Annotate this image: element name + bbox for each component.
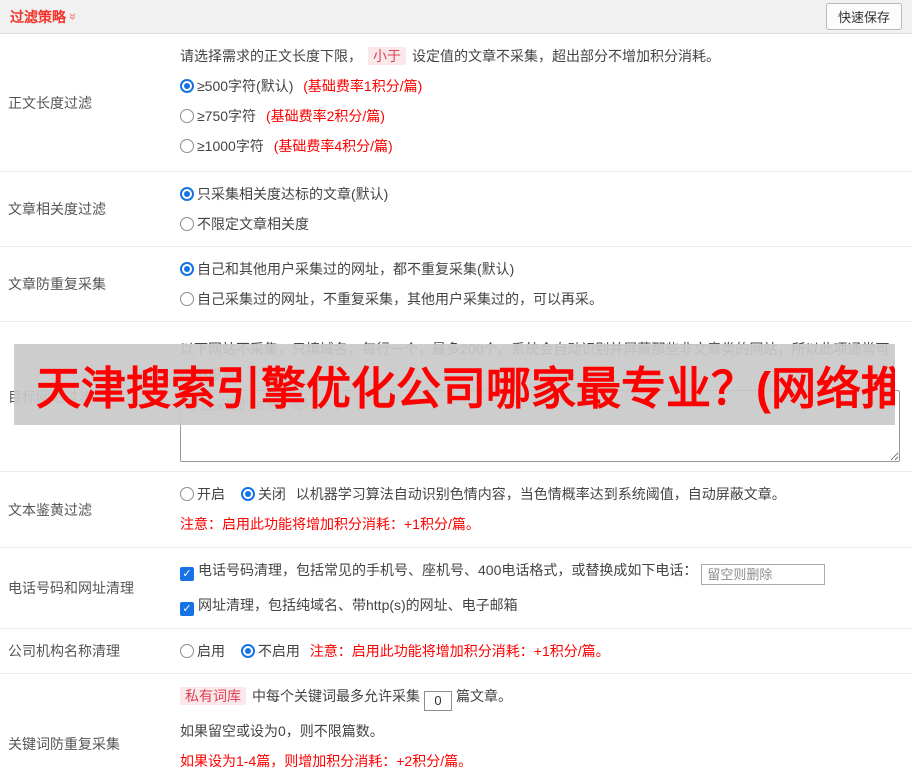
checkbox-label: 网址清理，包括纯域名、带http(s)的网址、电子邮箱	[198, 597, 518, 613]
row-body-length-filter: 正文长度过滤 请选择需求的正文长度下限， 小于 设定值的文章不采集，超出部分不增加积…	[0, 34, 912, 172]
row-relevance-filter: 文章相关度过滤 只采集相关度达标的文章(默认) 不限定文章相关度	[0, 172, 912, 247]
url-dedup-content: 自己和其他用户采集过的网址，都不重复采集(默认) 自己采集过的网址，不重复采集，…	[180, 247, 912, 321]
checkbox-checked-icon[interactable]: ✓	[180, 602, 194, 616]
relevance-option-any[interactable]: 不限定文章相关度	[180, 214, 904, 234]
porn-filter-content: 开启 关闭 以机器学习算法自动识别色情内容，当色情概率达到系统阈值，自动屏蔽文章…	[180, 472, 912, 547]
option-text: 自己采集过的网址，不重复采集，其他用户采集过的，可以再采。	[197, 291, 603, 307]
body-length-intro: 请选择需求的正文长度下限， 小于 设定值的文章不采集，超出部分不增加积分消耗。	[180, 46, 904, 66]
phone-url-content: ✓ 电话号码清理，包括常见的手机号、座机号、400电话格式，或替换成如下电话： ✓…	[180, 548, 912, 628]
body-length-content: 请选择需求的正文长度下限， 小于 设定值的文章不采集，超出部分不增加积分消耗。 ≥5…	[180, 34, 912, 171]
radio-unselected-icon[interactable]	[180, 487, 194, 501]
porn-filter-option-on[interactable]: 开启	[180, 486, 225, 502]
phone-clean-option[interactable]: ✓ 电话号码清理，包括常见的手机号、座机号、400电话格式，或替换成如下电话：	[180, 560, 904, 585]
radio-unselected-icon[interactable]	[180, 139, 194, 153]
less-than-highlight: 小于	[368, 47, 406, 65]
chevron-down-icon: »	[66, 12, 82, 21]
body-length-label: 正文长度过滤	[8, 94, 92, 111]
option-text: 自己和其他用户采集过的网址，都不重复采集(默认)	[197, 261, 515, 277]
watermark-text: 天津搜索引擎优化公司哪家最专业？(网络推	[36, 363, 895, 414]
company-clean-option-off[interactable]: 不启用	[240, 643, 300, 659]
porn-filter-option-off[interactable]: 关闭	[240, 486, 286, 502]
option-text: 不启用	[257, 643, 300, 659]
porn-filter-label: 文本鉴黄过滤	[8, 501, 92, 518]
company-clean-label: 公司机构名称清理	[8, 643, 120, 659]
company-clean-options: 启用 不启用 注意：启用此功能将增加积分消耗：+1积分/篇。	[180, 641, 904, 661]
row-company-name-clean: 公司机构名称清理 启用 不启用 注意：启用此功能将增加积分消耗：+1积分/篇。	[0, 629, 912, 674]
option-text: ≥750字符	[197, 108, 257, 124]
porn-filter-description: 以机器学习算法自动识别色情内容，当色情概率达到系统阈值，自动屏蔽文章。	[295, 486, 786, 502]
body-length-option-1000[interactable]: ≥1000字符 (基础费率4积分/篇)	[180, 136, 904, 156]
body-length-option-500[interactable]: ≥500字符(默认) (基础费率1积分/篇)	[180, 76, 904, 96]
option-fee-note: (基础费率4积分/篇)	[273, 138, 393, 154]
radio-selected-icon[interactable]	[180, 79, 194, 93]
body-length-option-750[interactable]: ≥750字符 (基础费率2积分/篇)	[180, 106, 904, 126]
option-text: 开启	[197, 486, 225, 502]
page-title-text: 过滤策略	[10, 8, 66, 25]
radio-unselected-icon[interactable]	[180, 109, 194, 123]
relevance-content: 只采集相关度达标的文章(默认) 不限定文章相关度	[180, 172, 912, 246]
option-text: ≥1000字符	[197, 138, 264, 154]
filter-strategy-page: 过滤策略 » 快速保存 正文长度过滤 请选择需求的正文长度下限， 小于 设定值的文章…	[0, 0, 912, 768]
radio-selected-icon[interactable]	[240, 487, 255, 501]
radio-selected-icon[interactable]	[180, 187, 194, 201]
option-text: 不限定文章相关度	[197, 216, 309, 232]
intro-suffix: 设定值的文章不采集，超出部分不增加积分消耗。	[412, 48, 720, 64]
relevance-option-strict[interactable]: 只采集相关度达标的文章(默认)	[180, 184, 904, 204]
intro-prefix: 请选择需求的正文长度下限，	[180, 48, 362, 64]
top-bar: 过滤策略 » 快速保存	[0, 0, 912, 34]
keyword-rule-zero: 如果留空或设为0，则不限篇数。	[180, 722, 384, 739]
page-title[interactable]: 过滤策略 »	[10, 7, 81, 27]
keyword-rule-1-4: 如果设为1-4篇，则增加积分消耗：+2积分/篇。	[180, 752, 473, 768]
replacement-phone-input[interactable]	[701, 564, 826, 585]
row-phone-url-clean: 电话号码和网址清理 ✓ 电话号码清理，包括常见的手机号、座机号、400电话格式，或…	[0, 548, 912, 629]
keyword-dedup-label: 关键词防重复采集	[8, 735, 120, 752]
quick-save-button[interactable]: 快速保存	[825, 3, 902, 30]
relevance-label: 文章相关度过滤	[8, 201, 106, 217]
porn-filter-options: 开启 关闭 以机器学习算法自动识别色情内容，当色情概率达到系统阈值，自动屏蔽文章…	[180, 484, 904, 504]
option-text: 关闭	[257, 486, 286, 502]
keyword-limit-line: 私有词库中每个关键词最多允许采集 篇文章。	[180, 686, 904, 711]
porn-filter-cost-note: 注意：启用此功能将增加积分消耗：+1积分/篇。	[180, 516, 480, 532]
url-clean-option[interactable]: ✓ 网址清理，包括纯域名、带http(s)的网址、电子邮箱	[180, 595, 904, 616]
row-keyword-dedup: 关键词防重复采集 私有词库中每个关键词最多允许采集 篇文章。 如果留空或设为0，则…	[0, 674, 912, 768]
radio-unselected-icon[interactable]	[180, 292, 194, 306]
keyword-max-count-input[interactable]	[424, 690, 452, 711]
row-porn-filter: 文本鉴黄过滤 开启 关闭 以机器学习算法自动识别色情内容，当色情概率达到系统阈值…	[0, 472, 912, 548]
url-dedup-option-global[interactable]: 自己和其他用户采集过的网址，都不重复采集(默认)	[180, 259, 904, 279]
url-dedup-option-self[interactable]: 自己采集过的网址，不重复采集，其他用户采集过的，可以再采。	[180, 289, 904, 309]
row-url-dedup: 文章防重复采集 自己和其他用户采集过的网址，都不重复采集(默认) 自己采集过的网…	[0, 247, 912, 322]
limit-line-text: 中每个关键词最多允许采集	[252, 688, 420, 704]
watermark-overlay-banner: 天津搜索引擎优化公司哪家最专业？(网络推	[14, 344, 895, 425]
checkbox-label: 电话号码清理，包括常见的手机号、座机号、400电话格式，或替换成如下电话：	[198, 562, 698, 578]
option-text: 只采集相关度达标的文章(默认)	[197, 186, 389, 202]
option-fee-note: (基础费率2积分/篇)	[265, 108, 385, 124]
limit-line-suffix: 篇文章。	[456, 688, 512, 704]
checkbox-checked-icon[interactable]: ✓	[180, 567, 194, 581]
company-clean-content: 启用 不启用 注意：启用此功能将增加积分消耗：+1积分/篇。	[180, 629, 912, 673]
radio-unselected-icon[interactable]	[180, 644, 194, 658]
radio-selected-icon[interactable]	[240, 644, 255, 658]
radio-unselected-icon[interactable]	[180, 217, 194, 231]
radio-selected-icon[interactable]	[180, 262, 194, 276]
option-text: 启用	[197, 643, 225, 659]
option-text: ≥500字符(默认)	[197, 78, 294, 94]
keyword-dedup-content: 私有词库中每个关键词最多允许采集 篇文章。 如果留空或设为0，则不限篇数。 如果设…	[180, 674, 912, 768]
company-clean-cost-note: 注意：启用此功能将增加积分消耗：+1积分/篇。	[309, 643, 610, 659]
private-lexicon-highlight: 私有词库	[180, 687, 246, 705]
phone-url-label: 电话号码和网址清理	[8, 580, 134, 596]
company-clean-option-on[interactable]: 启用	[180, 643, 225, 659]
option-fee-note: (基础费率1积分/篇)	[303, 78, 423, 94]
url-dedup-label: 文章防重复采集	[8, 276, 106, 292]
